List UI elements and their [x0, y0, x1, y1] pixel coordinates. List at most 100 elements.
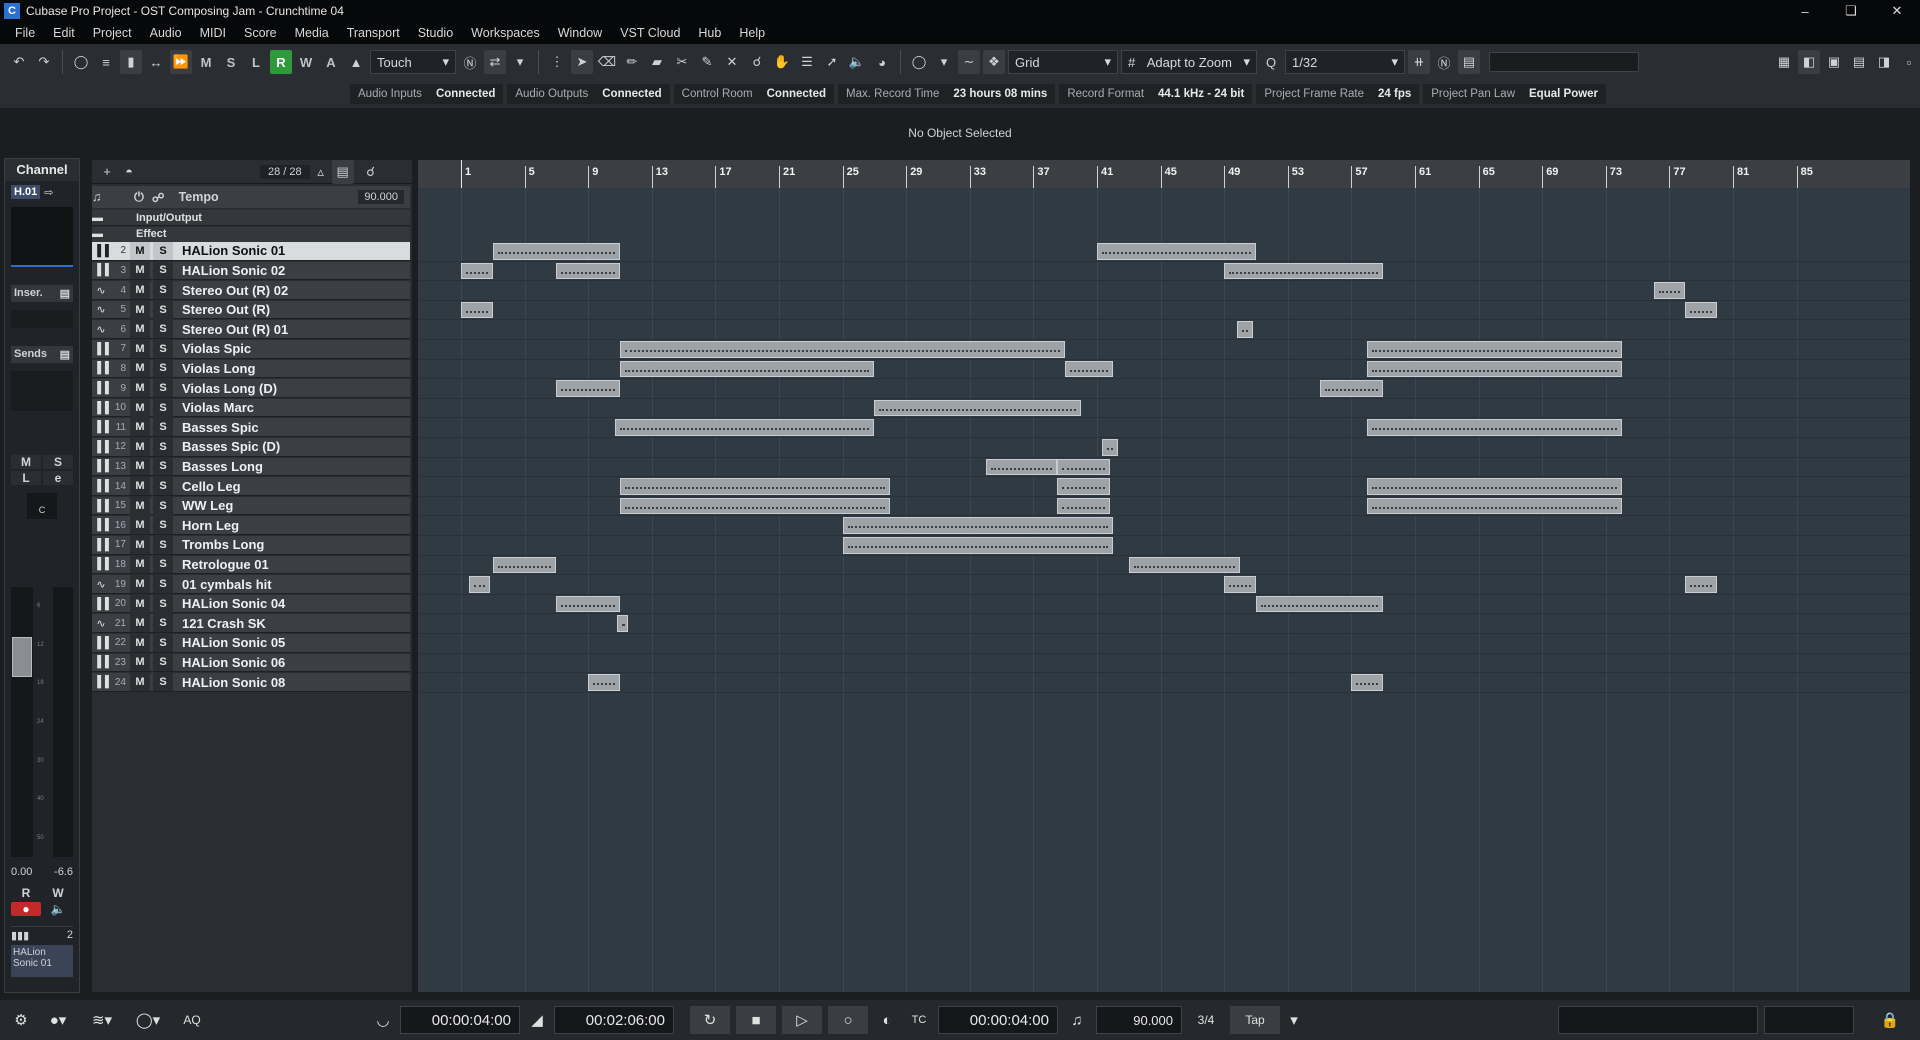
- status-key[interactable]: Audio Inputs: [358, 88, 422, 100]
- lock-icon[interactable]: 🔒: [1860, 1006, 1920, 1034]
- event-part[interactable]: [1367, 341, 1622, 358]
- menu-item-hub[interactable]: Hub: [689, 26, 730, 40]
- e-icon[interactable]: Ⓝ: [459, 50, 481, 74]
- status-key[interactable]: Max. Record Time: [846, 88, 939, 100]
- metronome-icon[interactable]: ♫: [1064, 1006, 1090, 1034]
- track-row[interactable]: ▐▐ 23 M S HALion Sonic 06: [92, 653, 410, 673]
- event-part[interactable]: [1367, 419, 1622, 437]
- auto-quantize-button[interactable]: AQ: [174, 1006, 210, 1034]
- punch-icon[interactable]: ◐: [874, 1006, 900, 1034]
- track-solo-button[interactable]: S: [153, 614, 173, 633]
- line-tool-icon[interactable]: ➚: [821, 50, 843, 74]
- position-display[interactable]: 00:00:04:00: [938, 1006, 1058, 1034]
- status-value[interactable]: 44.1 kHz - 24 bit: [1158, 88, 1244, 100]
- audio-precount-icon[interactable]: ≋▾: [82, 1006, 122, 1034]
- track-solo-button[interactable]: S: [153, 300, 173, 319]
- track-row[interactable]: ▐▐ 17 M S Trombs Long: [92, 535, 410, 555]
- track-solo-button[interactable]: S: [153, 555, 173, 574]
- play-tool-icon[interactable]: 🔈: [846, 50, 868, 74]
- left-zone-icon[interactable]: ◧: [1798, 50, 1820, 74]
- track-mute-button[interactable]: M: [130, 594, 150, 613]
- comb-tool-icon[interactable]: ☰: [796, 50, 818, 74]
- event-part[interactable]: [842, 517, 1113, 535]
- menu-item-window[interactable]: Window: [549, 26, 611, 40]
- event-part[interactable]: [616, 615, 628, 633]
- event-part[interactable]: [492, 243, 620, 260]
- auto-scroll-icon[interactable]: ≡: [95, 50, 117, 74]
- inserts-bypass-icon[interactable]: ▤: [60, 287, 70, 300]
- event-part[interactable]: [1097, 243, 1256, 260]
- menu-item-workspaces[interactable]: Workspaces: [462, 26, 549, 40]
- chevron-down-icon[interactable]: ▾: [1286, 1006, 1302, 1034]
- status-value[interactable]: 23 hours 08 mins: [953, 88, 1047, 100]
- menu-item-studio[interactable]: Studio: [409, 26, 462, 40]
- status-value[interactable]: 24 fps: [1378, 88, 1411, 100]
- event-part[interactable]: [1224, 576, 1256, 593]
- nudge-icon[interactable]: ⇄: [484, 50, 506, 74]
- listen-mode-button[interactable]: L: [245, 50, 267, 74]
- pan-control[interactable]: C: [27, 493, 57, 519]
- track-row[interactable]: ▐▐ 3 M S HALion Sonic 02: [92, 261, 410, 281]
- ellipsis-icon[interactable]: ⋮: [546, 50, 568, 74]
- track-solo-button[interactable]: S: [153, 575, 173, 594]
- event-part[interactable]: [874, 399, 1082, 417]
- track-solo-button[interactable]: S: [153, 594, 173, 613]
- tempo-display[interactable]: 90.000: [1096, 1006, 1182, 1034]
- play-icon[interactable]: ▷: [782, 1006, 822, 1034]
- track-row[interactable]: ▐▐ 13 M S Basses Long: [92, 457, 410, 477]
- event-part[interactable]: [620, 360, 875, 378]
- track-row[interactable]: ▐▐ 22 M S HALion Sonic 05: [92, 633, 410, 653]
- track-row[interactable]: ∿ 21 M S 121 Crash SK: [92, 614, 410, 634]
- track-row[interactable]: ▐▐ 16 M S Horn Leg: [92, 516, 410, 536]
- track-mute-button[interactable]: M: [130, 575, 150, 594]
- track-mute-button[interactable]: M: [130, 261, 150, 280]
- track-mute-button[interactable]: M: [130, 614, 150, 633]
- draw-tool-icon[interactable]: ✏: [621, 50, 643, 74]
- event-part[interactable]: [1367, 478, 1622, 495]
- color-tool-icon[interactable]: ◕: [871, 50, 893, 74]
- event-part[interactable]: [1065, 360, 1113, 378]
- sends-bypass-icon[interactable]: ▤: [60, 348, 70, 361]
- close-icon[interactable]: ✕: [1874, 0, 1920, 22]
- track-solo-button[interactable]: S: [153, 496, 173, 515]
- inspector-edit-button[interactable]: e: [43, 471, 73, 485]
- event-part[interactable]: [1224, 262, 1384, 280]
- track-mute-button[interactable]: M: [130, 555, 150, 574]
- track-row[interactable]: ▐▐ 15 M S WW Leg: [92, 496, 410, 516]
- inspector-mute-button[interactable]: M: [11, 455, 41, 469]
- redo-icon[interactable]: ↷: [33, 50, 55, 74]
- sends-section[interactable]: Sends ▤: [11, 346, 73, 363]
- track-mute-button[interactable]: M: [130, 320, 150, 339]
- status-key[interactable]: Project Pan Law: [1431, 88, 1515, 100]
- monitor-icon[interactable]: 🔈: [43, 902, 73, 916]
- snap-icon[interactable]: ❖: [983, 50, 1005, 74]
- event-part[interactable]: [1256, 595, 1384, 613]
- iterative-quantize-icon[interactable]: ⧺: [1408, 50, 1430, 74]
- quantize-icon[interactable]: Q: [1260, 50, 1282, 74]
- status-key[interactable]: Audio Outputs: [515, 88, 588, 100]
- event-part[interactable]: [985, 458, 1058, 476]
- mute-mode-button[interactable]: M: [195, 50, 217, 74]
- constrain-delay-icon[interactable]: ◯: [70, 50, 92, 74]
- cycle-follow-icon[interactable]: ↔: [145, 50, 167, 74]
- track-row[interactable]: ▐▐ 2 M S HALion Sonic 01: [92, 241, 410, 261]
- track-mute-button[interactable]: M: [130, 300, 150, 319]
- menu-item-edit[interactable]: Edit: [44, 26, 84, 40]
- lower-zone-icon[interactable]: ▤: [1848, 50, 1870, 74]
- track-solo-button[interactable]: S: [153, 261, 173, 280]
- track-mute-button[interactable]: M: [130, 339, 150, 358]
- status-value[interactable]: Equal Power: [1529, 88, 1598, 100]
- status-key[interactable]: Control Room: [682, 88, 753, 100]
- track-solo-button[interactable]: S: [153, 339, 173, 358]
- event-part[interactable]: [620, 341, 1066, 358]
- add-track-icon[interactable]: +: [96, 160, 118, 184]
- event-part[interactable]: [1685, 576, 1718, 593]
- track-presets-icon[interactable]: ◓: [118, 160, 140, 184]
- e-icon[interactable]: Ⓝ: [1433, 50, 1455, 74]
- fader-handle[interactable]: [12, 637, 32, 677]
- hand-tool-icon[interactable]: ✋: [771, 50, 793, 74]
- track-row[interactable]: ∿ 6 M S Stereo Out (R) 01: [92, 320, 410, 340]
- auto-punch-icon[interactable]: ◯▾: [128, 1006, 168, 1034]
- event-part[interactable]: [1367, 360, 1622, 378]
- snap-toggle-icon[interactable]: ∼: [958, 50, 980, 74]
